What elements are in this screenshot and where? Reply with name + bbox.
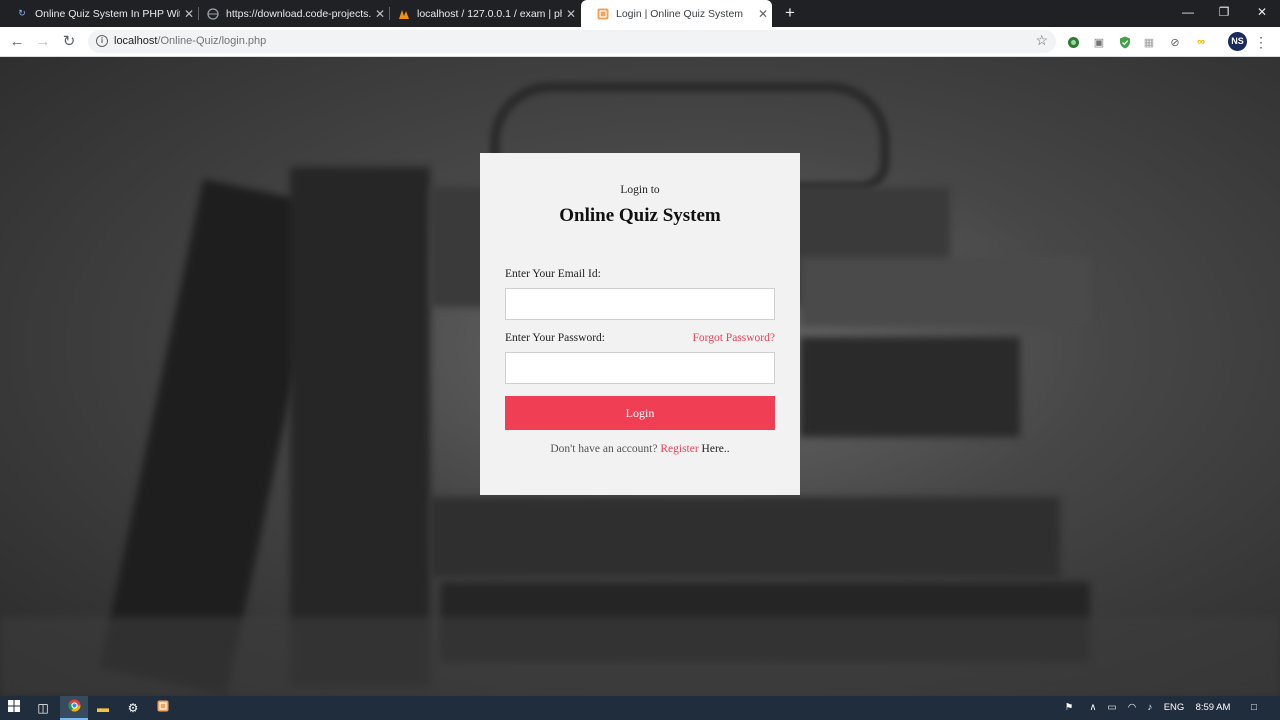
sublime-icon[interactable] (149, 696, 177, 720)
file-explorer-icon[interactable]: ▬ (89, 696, 117, 720)
tab-login-quiz[interactable]: Login | Online Quiz System ✕ (581, 0, 772, 27)
tab-online-quiz-github[interactable]: ↻ Online Quiz System In PHP With ✕ (0, 0, 198, 27)
link-icon[interactable]: ∞ (1193, 34, 1209, 50)
register-prefix: Don't have an account? (550, 443, 658, 455)
spinner-icon: ↻ (18, 8, 26, 18)
clock[interactable]: 8:59 AM (1192, 696, 1234, 720)
wifi-icon[interactable]: ◠ (1123, 696, 1141, 720)
battery-icon[interactable]: ▭ (1103, 696, 1121, 720)
tab-code-projects[interactable]: https://download.code-projects.o ✕ (191, 0, 389, 27)
password-label: Enter Your Password: (505, 332, 605, 344)
background-book-image (800, 337, 1020, 437)
url-host: localhost (114, 35, 158, 47)
windows-start-icon[interactable] (0, 696, 28, 720)
url-path: /Online-Quiz/login.php (157, 35, 267, 47)
xampp-icon[interactable]: ⚙ (119, 696, 147, 720)
restore-icon[interactable]: ❐ (1206, 0, 1242, 27)
block-icon[interactable]: ⊘ (1167, 34, 1183, 50)
new-tab-button[interactable]: + (781, 3, 799, 23)
background-book-image (430, 497, 1060, 577)
background-table-image (0, 617, 1280, 696)
register-link[interactable]: Register (660, 443, 698, 455)
background-book-image (800, 257, 1090, 327)
people-icon[interactable]: ⚑ (1060, 696, 1078, 720)
windows-taskbar: ◫ ▬ ⚙ ⚑ ∧ ▭ ◠ ♪ ENG 8:59 AM □ (0, 696, 1280, 720)
close-tab-icon[interactable]: ✕ (754, 7, 772, 21)
task-view-icon[interactable]: ◫ (29, 696, 57, 720)
info-icon[interactable]: i (96, 35, 108, 47)
tab-title: https://download.code-projects.o (226, 7, 371, 20)
login-button[interactable]: Login (505, 396, 775, 430)
login-card: Login to Online Quiz System Enter Your E… (480, 153, 800, 495)
reload-icon[interactable]: ↻ (59, 32, 79, 52)
close-window-icon[interactable]: ✕ (1244, 0, 1280, 27)
notifications-icon[interactable]: □ (1244, 696, 1264, 720)
email-label: Enter Your Email Id: (505, 268, 601, 280)
background-book-image (290, 167, 430, 687)
language-indicator[interactable]: ENG (1160, 696, 1188, 720)
chrome-icon[interactable] (60, 696, 88, 720)
back-arrow-icon[interactable]: ← (7, 32, 27, 52)
register-prompt: Don't have an account? Register Here.. (480, 443, 800, 455)
login-subtitle: Login to (620, 184, 660, 196)
url-text[interactable]: localhost/Online-Quiz/login.php (114, 35, 266, 47)
camera-icon[interactable]: ▣ (1091, 34, 1107, 50)
tab-title: localhost / 127.0.0.1 / exam | php (417, 7, 562, 20)
page-background: Login to Online Quiz System Enter Your E… (0, 57, 1280, 696)
browser-toolbar: ← → ↻ i localhost/Online-Quiz/login.php … (0, 27, 1280, 57)
forgot-password-link[interactable]: Forgot Password? (692, 332, 775, 344)
login-title: Online Quiz System (559, 205, 721, 226)
volume-icon[interactable]: ♪ (1141, 696, 1159, 720)
shield-check-icon[interactable] (1117, 34, 1133, 50)
menu-kebab-icon[interactable]: ⋮ (1254, 32, 1268, 52)
quiz-favicon-icon (597, 8, 609, 20)
profile-avatar[interactable]: NS (1228, 32, 1247, 51)
address-bar[interactable]: i localhost/Online-Quiz/login.php ☆ (88, 30, 1056, 53)
tab-title: Login | Online Quiz System (616, 7, 744, 20)
tray-chevron-up-icon[interactable]: ∧ (1084, 696, 1102, 720)
forward-arrow-icon[interactable]: → (33, 32, 53, 52)
email-input[interactable] (505, 288, 775, 320)
puzzle-icon[interactable]: ▦ (1141, 34, 1157, 50)
bookmark-star-icon[interactable]: ☆ (1035, 32, 1048, 49)
minimize-icon[interactable]: — (1170, 0, 1206, 27)
tab-title: Online Quiz System In PHP With (35, 7, 180, 20)
browser-tab-strip: ↻ Online Quiz System In PHP With ✕ https… (0, 0, 1280, 27)
register-suffix: Here.. (701, 443, 730, 455)
tab-phpmyadmin[interactable]: localhost / 127.0.0.1 / exam | php ✕ (382, 0, 580, 27)
green-circle-icon[interactable] (1065, 34, 1081, 50)
globe-icon (207, 7, 219, 20)
password-input[interactable] (505, 352, 775, 384)
phpmyadmin-icon (398, 8, 410, 20)
close-tab-icon[interactable]: ✕ (562, 7, 580, 21)
